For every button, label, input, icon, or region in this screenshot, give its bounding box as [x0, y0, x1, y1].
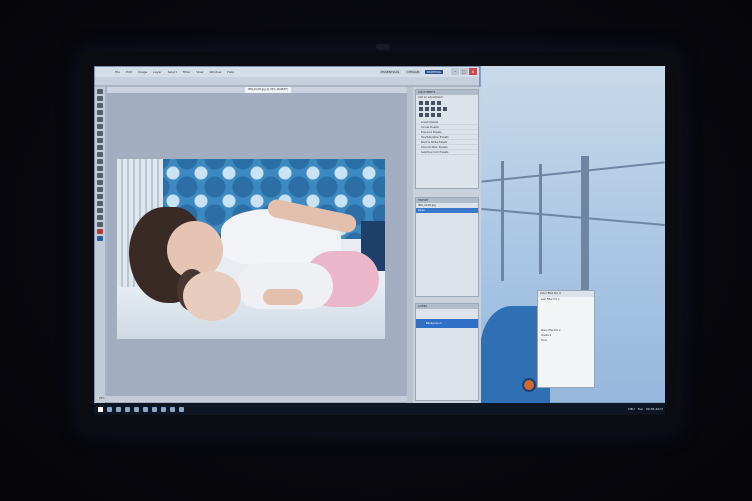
fence-post	[581, 156, 589, 296]
type-tool-icon[interactable]	[97, 194, 103, 199]
menu-view[interactable]: View	[196, 70, 203, 74]
app-icon[interactable]	[179, 406, 184, 412]
background-color-icon[interactable]	[97, 236, 103, 241]
workspace-essentials[interactable]: ESSENTIALS	[379, 70, 402, 74]
menu-filter[interactable]: Filter	[183, 70, 190, 74]
close-button[interactable]: x	[469, 68, 477, 75]
black-white-icon[interactable]	[437, 107, 441, 111]
start-icon[interactable]	[98, 406, 103, 412]
threshold-icon[interactable]	[431, 113, 435, 117]
zoom-level: 25%	[99, 397, 105, 400]
path-tool-icon[interactable]	[97, 201, 103, 206]
invert-icon[interactable]	[419, 113, 423, 117]
layers-tab[interactable]: LAYERS	[416, 304, 478, 309]
plugin-window: Color Efex Pro 4 Last Filter Pro 4 Silve…	[537, 290, 595, 388]
chrome-icon[interactable]	[152, 406, 157, 412]
adjustment-icons-row	[416, 112, 478, 118]
workspace-painting[interactable]: PAINTING	[424, 70, 443, 74]
panel-icon-column	[407, 87, 413, 403]
photo-filter-icon[interactable]	[443, 107, 447, 111]
history-item-active[interactable]: Open	[416, 208, 478, 213]
posterize-icon[interactable]	[425, 113, 429, 117]
marquee-tool-icon[interactable]	[97, 96, 103, 101]
fence-rail	[481, 161, 665, 183]
monitor-screen: File Edit Image Layer Select Filter View…	[94, 66, 665, 415]
fence-rail	[481, 207, 665, 227]
move-tool-icon[interactable]	[97, 89, 103, 94]
photoshop-icon[interactable]	[161, 406, 166, 412]
foreground-color-icon[interactable]	[97, 229, 103, 234]
menu-file[interactable]: File	[115, 70, 120, 74]
hand-tool-icon[interactable]	[97, 215, 103, 220]
task-view-icon[interactable]	[116, 406, 121, 412]
gradient-map-icon[interactable]	[437, 113, 441, 117]
zoom-tool-icon[interactable]	[97, 222, 103, 227]
clock-day[interactable]: Tue	[638, 407, 643, 411]
maximize-button[interactable]: □	[460, 68, 468, 75]
fence-post	[539, 164, 542, 274]
menu-layer[interactable]: Layer	[153, 70, 161, 74]
color-balance-icon[interactable]	[431, 107, 435, 111]
plugin-item[interactable]: Last Filter Pro 4	[538, 297, 594, 302]
windows-taskbar: DEU Tue 09.05.2017	[94, 403, 665, 415]
lasso-tool-icon[interactable]	[97, 103, 103, 108]
menu-bar: File Edit Image Layer Select Filter View…	[95, 67, 479, 77]
menu-help[interactable]: Help	[227, 70, 234, 74]
minimize-button[interactable]: –	[451, 68, 459, 75]
document-photo	[117, 159, 385, 339]
menu-window[interactable]: Window	[209, 70, 221, 74]
plugin-item[interactable]: Tools	[538, 338, 594, 343]
brightness-icon[interactable]	[419, 101, 423, 105]
history-panel: HISTORY IMG_0218.jpg Open	[415, 197, 479, 297]
brush-tool-icon[interactable]	[97, 138, 103, 143]
menu-image[interactable]: Image	[138, 70, 147, 74]
exposure-icon[interactable]	[437, 101, 441, 105]
photoshop-window: File Edit Image Layer Select Filter View…	[94, 66, 481, 403]
eyedropper-tool-icon[interactable]	[97, 124, 103, 129]
workspace-design[interactable]: DESIGN	[405, 70, 421, 74]
eraser-tool-icon[interactable]	[97, 159, 103, 164]
menu-select[interactable]: Select	[168, 70, 177, 74]
search-icon[interactable]	[107, 406, 112, 412]
photo-baby-head	[183, 271, 241, 321]
photo-mother-hand	[263, 289, 303, 305]
system-tray: DEU Tue 09.05.2017	[628, 403, 663, 415]
curves-icon[interactable]	[431, 101, 435, 105]
language-indicator[interactable]: DEU	[628, 407, 634, 411]
levels-icon[interactable]	[425, 101, 429, 105]
history-brush-icon[interactable]	[97, 152, 103, 157]
layers-panel: LAYERS Background	[415, 303, 479, 401]
options-bar	[95, 77, 479, 85]
app-icon[interactable]	[170, 406, 175, 412]
hue-saturation-icon[interactable]	[425, 107, 429, 111]
explorer-icon[interactable]	[134, 406, 139, 412]
pen-tool-icon[interactable]	[97, 187, 103, 192]
dodge-tool-icon[interactable]	[97, 180, 103, 185]
preset-item[interactable]: Selective Color Presets	[416, 150, 478, 155]
menu-edit[interactable]: Edit	[126, 70, 132, 74]
blur-tool-icon[interactable]	[97, 173, 103, 178]
store-icon[interactable]	[143, 406, 148, 412]
stamp-tool-icon[interactable]	[97, 145, 103, 150]
crop-tool-icon[interactable]	[97, 117, 103, 122]
wand-tool-icon[interactable]	[97, 110, 103, 115]
healing-tool-icon[interactable]	[97, 131, 103, 136]
shape-tool-icon[interactable]	[97, 208, 103, 213]
adjustments-panel: ADJUSTMENTS Add an adjustment Levels Pre…	[415, 89, 479, 189]
window-controls: – □ x	[451, 68, 477, 75]
edge-icon[interactable]	[125, 406, 130, 412]
clock-date[interactable]: 09.05.2017	[646, 407, 663, 411]
gradient-tool-icon[interactable]	[97, 166, 103, 171]
jacket-logo	[522, 378, 536, 392]
webcam	[376, 44, 390, 50]
toolbox	[95, 87, 105, 403]
layer-background[interactable]: Background	[416, 319, 478, 328]
vibrance-icon[interactable]	[419, 107, 423, 111]
